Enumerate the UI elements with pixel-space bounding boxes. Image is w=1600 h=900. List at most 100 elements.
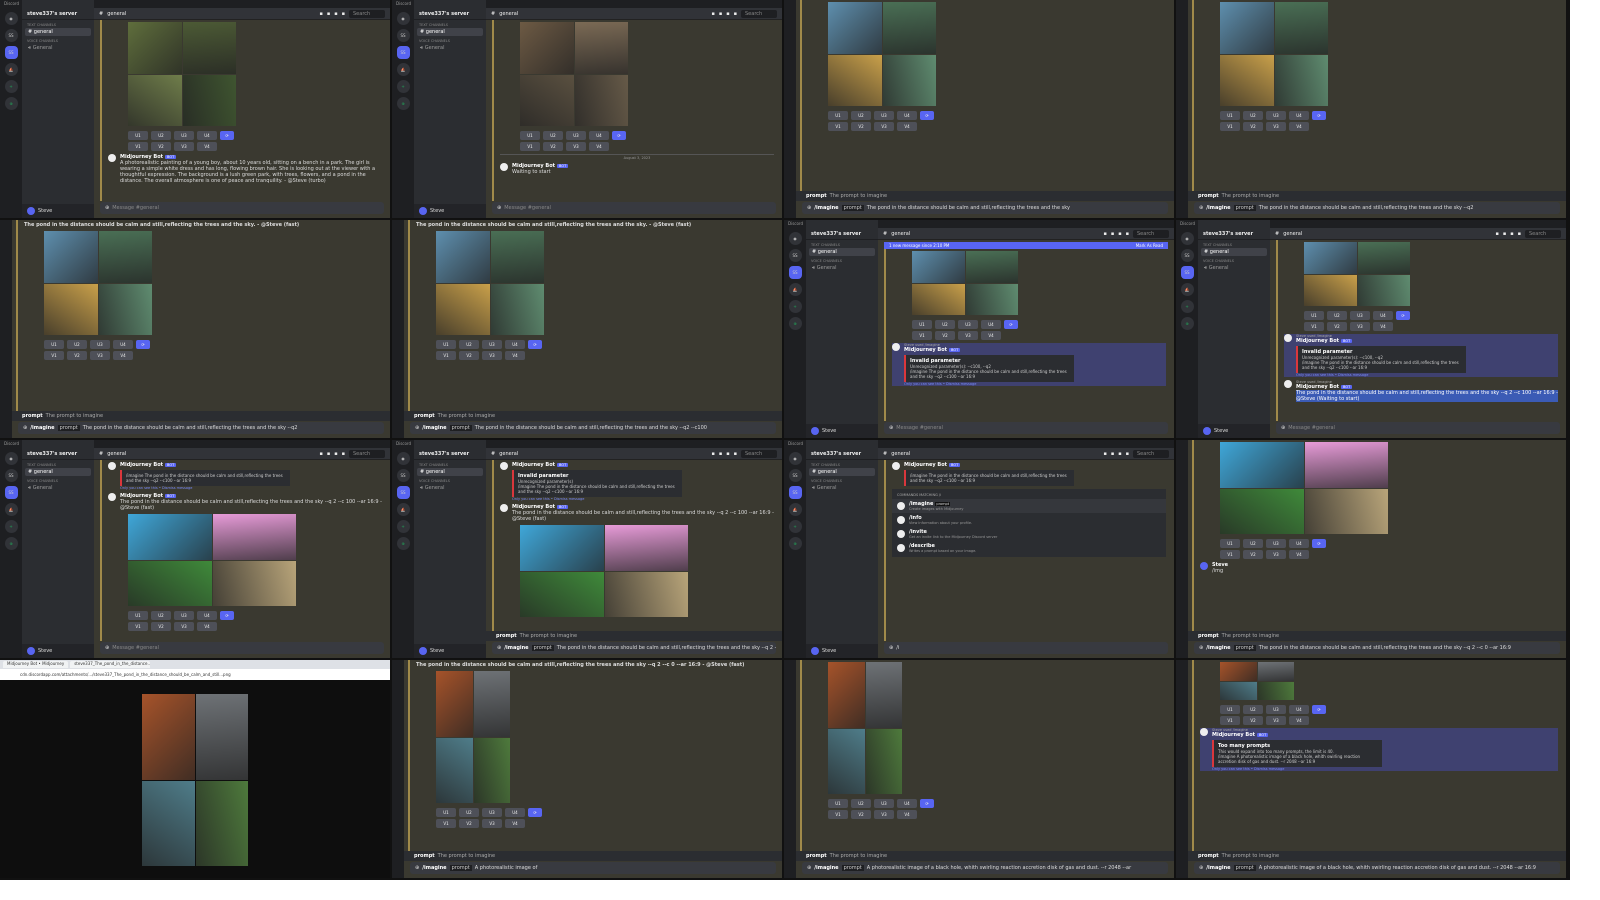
add-server-icon[interactable]: + [788, 300, 802, 313]
search-input[interactable]: Search [349, 449, 385, 458]
avatar[interactable] [27, 207, 35, 215]
message-input[interactable]: ⊕ Message #general [884, 422, 1168, 434]
midjourney-server-icon[interactable]: ⛵ [396, 503, 410, 516]
threads-icon[interactable]: ▪ [319, 11, 322, 17]
bell-icon[interactable]: ▪ [327, 11, 330, 17]
generated-image[interactable] [436, 671, 473, 737]
mark-as-read-button[interactable]: Mark As Read [1136, 243, 1163, 248]
input-value[interactable]: A photorealistic image of a black hole, … [867, 865, 1131, 871]
upscale-button[interactable]: U3 [90, 340, 110, 349]
discord-home-icon[interactable]: ◉ [788, 452, 802, 465]
voice-channel-general[interactable]: 🔊︎ General [25, 44, 91, 52]
variation-button[interactable]: V4 [197, 622, 217, 631]
image-grid[interactable] [436, 671, 510, 803]
server-icon[interactable]: SS [788, 486, 802, 499]
generated-image[interactable] [436, 737, 473, 803]
add-attachment-icon[interactable]: ⊕ [23, 425, 27, 431]
voice-channels-header[interactable]: VOICE CHANNELS [806, 256, 878, 264]
generated-image[interactable] [1220, 2, 1274, 54]
voice-channels-header[interactable]: VOICE CHANNELS [806, 476, 878, 484]
image-grid[interactable] [828, 662, 902, 794]
members-icon[interactable]: ▪ [342, 11, 345, 17]
members-icon[interactable]: ▪ [342, 451, 345, 457]
input-value[interactable]: A photorealistic image of [475, 865, 538, 871]
upscale-button[interactable]: U1 [128, 131, 148, 140]
generated-image[interactable] [1257, 662, 1294, 681]
message-input[interactable]: ⊕ Message #general [492, 202, 776, 214]
add-server-icon[interactable]: + [396, 80, 410, 93]
variation-button[interactable]: V1 [128, 622, 148, 631]
upscale-button[interactable]: U4 [197, 131, 217, 140]
upscale-button[interactable]: U3 [874, 799, 894, 808]
upscale-button[interactable]: U3 [174, 131, 194, 140]
server-name[interactable]: steve337's server [22, 8, 94, 20]
variation-button[interactable]: V1 [128, 142, 148, 151]
upscale-button[interactable]: U3 [566, 131, 586, 140]
variation-button[interactable]: V4 [1289, 716, 1309, 725]
command-option[interactable]: /describe Writes a prompt based on your i… [892, 541, 1166, 555]
generated-image[interactable] [882, 2, 936, 54]
generated-image[interactable] [490, 283, 544, 335]
text-channels-header[interactable]: TEXT CHANNELS [414, 460, 486, 468]
address-bar[interactable]: cdn.discordapp.com/attachments/.../steve… [0, 669, 390, 680]
explore-icon[interactable]: ⊕ [4, 97, 18, 110]
ephemeral-footer[interactable]: Only you can see this • Dismiss message [1212, 767, 1382, 771]
upscale-button[interactable]: U1 [912, 320, 932, 329]
variation-button[interactable]: V2 [851, 122, 871, 131]
variation-button[interactable]: V1 [1220, 122, 1240, 131]
search-input[interactable]: Search [1133, 229, 1169, 238]
members-icon[interactable]: ▪ [734, 11, 737, 17]
variation-button[interactable]: V3 [566, 142, 586, 151]
variation-button[interactable]: V2 [459, 819, 479, 828]
variation-button[interactable]: V4 [981, 331, 1001, 340]
upscale-button[interactable]: U1 [828, 799, 848, 808]
refresh-icon[interactable]: ⟳ [920, 799, 934, 808]
refresh-icon[interactable]: ⟳ [612, 131, 626, 140]
refresh-icon[interactable]: ⟳ [1004, 320, 1018, 329]
pin-icon[interactable]: ▪ [334, 11, 337, 17]
upscale-button[interactable]: U4 [197, 611, 217, 620]
add-attachment-icon[interactable]: ⊕ [415, 425, 419, 431]
upscale-button[interactable]: U2 [543, 131, 563, 140]
refresh-icon[interactable]: ⟳ [220, 131, 234, 140]
bell-icon[interactable]: ▪ [1111, 451, 1114, 457]
input-value[interactable]: The pond in the distance should be calm … [557, 645, 776, 651]
add-attachment-icon[interactable]: ⊕ [497, 205, 501, 211]
upscale-button[interactable]: U2 [1243, 111, 1263, 120]
generated-image[interactable] [865, 728, 902, 794]
bot-avatar[interactable] [108, 154, 116, 162]
voice-channels-header[interactable]: VOICE CHANNELS [1198, 256, 1270, 264]
upscale-button[interactable]: U4 [505, 340, 525, 349]
variation-button[interactable]: V3 [90, 351, 110, 360]
generated-image[interactable] [520, 22, 574, 74]
variation-button[interactable]: V4 [1289, 122, 1309, 131]
generated-image[interactable] [828, 2, 882, 54]
explore-icon[interactable]: ⊕ [788, 317, 802, 330]
generated-image[interactable] [1220, 488, 1304, 534]
add-attachment-icon[interactable]: ⊕ [1281, 425, 1285, 431]
text-channels-header[interactable]: TEXT CHANNELS [414, 20, 486, 28]
variation-button[interactable]: V1 [912, 331, 932, 340]
message-input[interactable]: ⊕/imagine prompt A photorealistic image of [410, 862, 776, 874]
midjourney-server-icon[interactable]: ⛵ [788, 283, 802, 296]
upscale-button[interactable]: U2 [67, 340, 87, 349]
server-name[interactable]: steve337's server [414, 448, 486, 460]
image-grid[interactable] [128, 22, 236, 126]
avatar[interactable] [811, 427, 819, 435]
generated-image[interactable] [1304, 488, 1388, 534]
add-attachment-icon[interactable]: ⊕ [105, 645, 109, 651]
generated-image[interactable] [1220, 442, 1304, 488]
input-value[interactable]: The pond in the distance should be calm … [83, 425, 298, 431]
image-grid[interactable] [128, 514, 296, 606]
server-icon[interactable]: SS [4, 46, 18, 59]
text-channels-header[interactable]: TEXT CHANNELS [806, 460, 878, 468]
variation-button[interactable]: V3 [174, 142, 194, 151]
generated-image[interactable] [142, 694, 195, 780]
voice-channel-general[interactable]: 🔊︎ General [1201, 264, 1267, 272]
add-server-icon[interactable]: + [4, 520, 18, 533]
bot-avatar[interactable] [892, 462, 900, 470]
bell-icon[interactable]: ▪ [327, 451, 330, 457]
upscale-button[interactable]: U3 [874, 111, 894, 120]
variation-button[interactable]: V1 [436, 351, 456, 360]
upscale-button[interactable]: U2 [459, 340, 479, 349]
